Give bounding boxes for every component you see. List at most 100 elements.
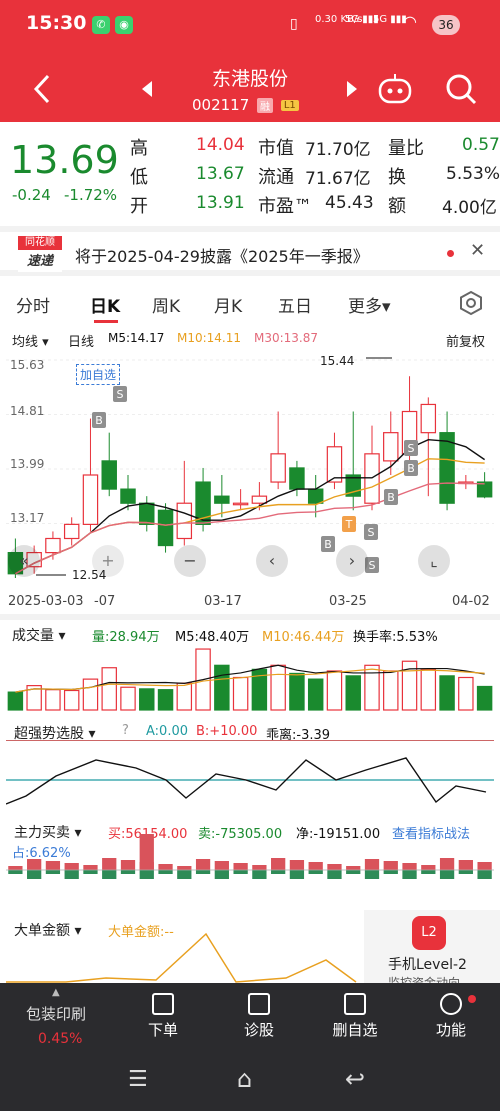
buy-bar-peak	[139, 834, 154, 870]
strong-line	[6, 757, 487, 805]
ma10-value: M10:14.11	[177, 331, 242, 345]
stock-header: 东港股份 002117 融 L1	[0, 50, 500, 122]
volume-bar	[214, 664, 230, 711]
trade-marker-label: S	[408, 442, 415, 455]
x-tick-1: -07	[94, 594, 116, 609]
remove-watch-button[interactable]: 删自选	[315, 993, 395, 1040]
vibrate-icon: ▯	[290, 16, 298, 32]
notice-dot	[447, 250, 454, 257]
signal-2-icon: 5G ▮▮▮	[373, 14, 407, 25]
volume-bar	[364, 664, 380, 711]
mainflow-chart[interactable]	[6, 830, 494, 902]
x-tick-3: 03-25	[329, 594, 367, 609]
zoom-out-icon[interactable]: −	[174, 545, 206, 577]
y-tick-top: 15.63	[10, 358, 45, 372]
notice-bar[interactable]: 同花顺 速递 将于2025-04-29披露《2025年一季报》 ✕	[0, 226, 500, 276]
strong-b: B:+10.00	[196, 724, 258, 739]
buy-bar	[477, 862, 492, 870]
volume-bar	[45, 689, 61, 711]
sell-bar	[289, 870, 305, 879]
bigorder-chart	[6, 932, 357, 983]
scroll-left-fast-icon[interactable]: «	[8, 545, 40, 577]
x-tick-2: 03-17	[204, 594, 242, 609]
zoom-in-icon[interactable]: +	[92, 545, 124, 577]
ma30-value: M30:13.87	[254, 331, 319, 345]
fullscreen-icon[interactable]: ⌞	[418, 545, 450, 577]
tab-weekly-k[interactable]: 周K	[152, 292, 180, 317]
diagnose-button[interactable]: 诊股	[219, 993, 299, 1040]
settings-icon[interactable]	[458, 290, 484, 316]
high-value: 14.04	[196, 135, 245, 155]
notice-logo: 同花顺 速递	[18, 236, 62, 272]
strong-chart[interactable]	[6, 740, 494, 812]
buy-bar	[364, 859, 380, 870]
sector-name[interactable]: 包装印刷	[26, 1003, 86, 1024]
candle-body	[289, 467, 305, 490]
candle-body	[82, 474, 99, 525]
x-tick-4: 04-02	[452, 594, 490, 609]
sell-bar	[402, 870, 417, 879]
sector-change: 0.45%	[38, 1031, 83, 1047]
add-watch-tag[interactable]: 加自选	[76, 364, 121, 385]
trade-marker-label: T	[345, 518, 353, 531]
divider	[0, 614, 500, 620]
trade-marker-label: B	[324, 538, 332, 551]
home-nav-icon[interactable]: ⌂	[237, 1065, 252, 1093]
pe-value: 45.43	[325, 193, 374, 213]
y-tick-2: 14.81	[10, 404, 45, 418]
volume-bar	[476, 685, 493, 711]
notice-text: 将于2025-04-29披露《2025年一季报》	[75, 247, 369, 266]
tab-more[interactable]: 更多▾	[348, 292, 391, 317]
tab-daily-k[interactable]: 日K	[90, 292, 120, 317]
trade-marker-label: S	[369, 559, 376, 572]
turnover-label: 换	[388, 167, 406, 188]
candle-body	[270, 453, 286, 483]
buy-bar	[177, 866, 192, 870]
tab-monthly-k[interactable]: 月K	[214, 292, 242, 317]
next-stock-icon[interactable]	[345, 80, 359, 98]
level2-promo[interactable]: L2 手机Level-2 监控资金动向	[364, 910, 500, 990]
vol-ratio-label: 量比	[388, 138, 424, 159]
expand-icon[interactable]: ▲	[52, 987, 60, 998]
candle-body	[214, 495, 230, 504]
tab-intraday[interactable]: 分时	[16, 292, 50, 317]
sell-bar	[8, 870, 23, 874]
candle-body	[364, 453, 380, 504]
order-button[interactable]: 下单	[123, 993, 203, 1040]
ma-selector[interactable]: 均线 ▾	[12, 331, 49, 350]
robot-assistant-icon[interactable]	[376, 72, 414, 106]
trade-marker-label: B	[407, 462, 415, 475]
search-icon[interactable]	[444, 72, 478, 106]
tab-five-day[interactable]: 五日	[278, 292, 312, 317]
function-button[interactable]: 功能	[411, 993, 491, 1040]
diagnose-icon	[248, 993, 270, 1015]
battery-indicator: 36	[432, 15, 460, 35]
candle-body	[176, 502, 193, 540]
close-notice-icon[interactable]: ✕	[470, 240, 485, 261]
sell-bar	[364, 870, 380, 879]
scroll-left-icon[interactable]: ‹	[256, 545, 288, 577]
volume-bar	[458, 676, 474, 711]
back-nav-icon[interactable]: ↩	[345, 1065, 365, 1093]
buy-bar	[233, 863, 248, 870]
volume-bar	[345, 675, 361, 711]
scroll-right-icon[interactable]: ›	[336, 545, 368, 577]
volume-bar	[139, 688, 155, 711]
menu-nav-icon[interactable]: ☰	[128, 1067, 148, 1092]
y-tick-3: 13.99	[10, 457, 45, 471]
function-icon	[440, 993, 462, 1015]
candle-body	[307, 488, 324, 504]
sell-bar	[177, 870, 192, 879]
adjust-mode[interactable]: 前复权	[446, 331, 485, 350]
volume-bar	[176, 682, 193, 711]
notice-logo-top: 同花顺	[18, 236, 62, 250]
candle-body	[45, 537, 61, 554]
volume-chart[interactable]	[6, 642, 494, 712]
strong-a: A:0.00	[146, 724, 188, 739]
sell-bar	[139, 870, 154, 879]
vol-ratio-value: 0.57	[462, 135, 500, 155]
sell-bar	[346, 870, 361, 874]
candle-body	[326, 446, 343, 483]
help-icon[interactable]: ?	[122, 723, 129, 738]
sell-bar	[271, 870, 286, 874]
